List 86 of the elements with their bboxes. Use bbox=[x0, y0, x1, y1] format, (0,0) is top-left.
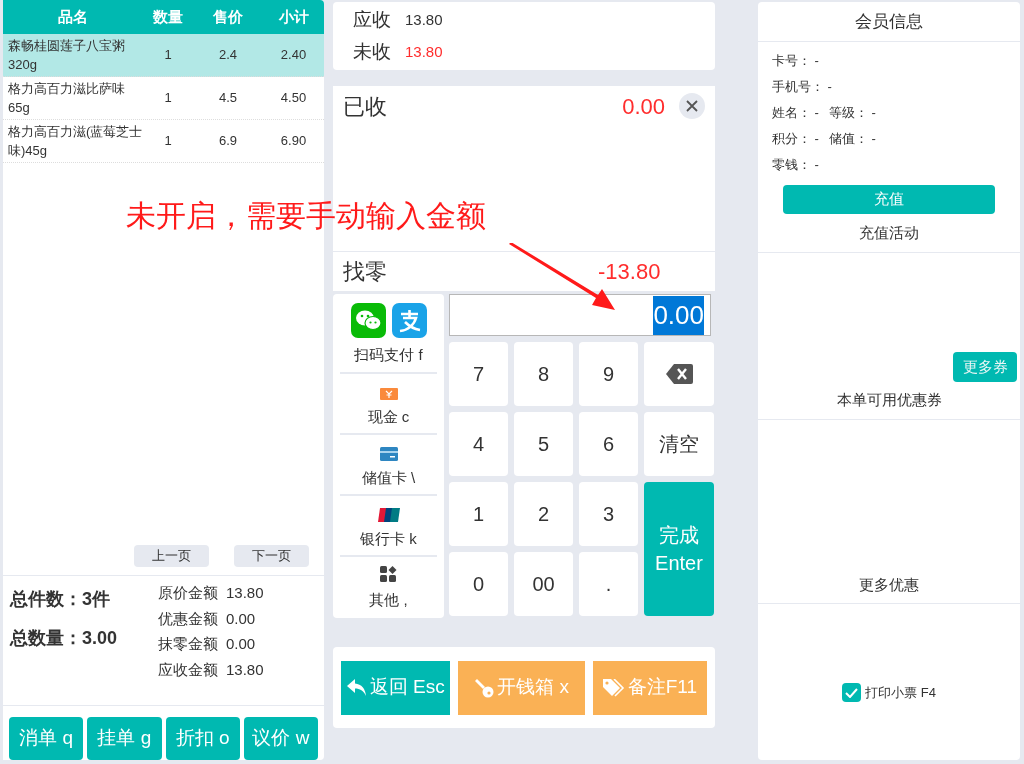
key-button[interactable]: 8 bbox=[514, 342, 573, 406]
key-icon bbox=[474, 677, 495, 698]
card-icon bbox=[379, 446, 398, 461]
payment-method[interactable]: 扫码支付 f bbox=[340, 294, 437, 372]
member-field: 零钱： - bbox=[772, 155, 819, 173]
amount-value: 0.00 bbox=[226, 608, 256, 629]
key-button[interactable]: 5 bbox=[514, 412, 573, 476]
checkmark-icon bbox=[845, 687, 859, 698]
close-button[interactable] bbox=[679, 93, 705, 119]
checkbox[interactable] bbox=[842, 683, 862, 703]
table-cell-text: 1 bbox=[163, 46, 173, 65]
table-cell-text: 2.4 bbox=[217, 46, 239, 65]
received-label: 已收 bbox=[343, 92, 388, 121]
grid-icon bbox=[380, 565, 397, 583]
payment-method[interactable]: 现金 c bbox=[340, 372, 437, 433]
key-button[interactable]: 0 bbox=[449, 552, 508, 616]
key-button[interactable]: 7 bbox=[449, 342, 508, 406]
total-label: 总数量： bbox=[10, 627, 82, 650]
change-value: -13.80 bbox=[598, 258, 661, 286]
key-button[interactable]: 00 bbox=[514, 552, 573, 616]
section-title: 更多优惠 bbox=[758, 568, 1020, 604]
amount-label: 抹零金额 bbox=[158, 634, 218, 654]
key-button[interactable]: . bbox=[579, 552, 638, 616]
column-header: 小计 bbox=[277, 6, 310, 27]
amount-value: 0.00 bbox=[226, 634, 256, 654]
panel-title: 会员信息 bbox=[758, 2, 1020, 42]
amount-value: 13.80 bbox=[226, 659, 264, 680]
tag-icon bbox=[602, 678, 625, 697]
due-value: 13.80 bbox=[405, 9, 443, 30]
reply-arrow-icon bbox=[346, 678, 367, 697]
annotation-text: 未开启，需要手动输入金额 bbox=[126, 198, 486, 234]
member-field: 等级： - bbox=[828, 103, 876, 121]
table-cell-text: 6.9 bbox=[217, 132, 239, 151]
table-cell-text: 1 bbox=[163, 89, 173, 108]
key-button[interactable]: 2 bbox=[514, 482, 573, 546]
table-cell-text: 格力高百力滋(蓝莓芝士味)45g bbox=[7, 123, 143, 160]
key-button[interactable]: 9 bbox=[579, 342, 638, 406]
column-header: 售价 bbox=[212, 6, 244, 27]
backspace-icon bbox=[665, 364, 693, 384]
clear-button[interactable]: 清空 bbox=[644, 412, 714, 476]
checkbox-label: 打印小票 F4 bbox=[865, 684, 936, 702]
key-button[interactable]: 3 bbox=[579, 482, 638, 546]
chat-bubbles-icon bbox=[350, 302, 386, 338]
payment-method[interactable]: 储值卡 \ bbox=[340, 433, 437, 494]
table-row[interactable]: 森畅桂圆莲子八宝粥320g 1 2.4 2.40 bbox=[3, 34, 324, 77]
received-value: 0.00 bbox=[622, 92, 665, 121]
close-icon bbox=[685, 99, 699, 113]
payment-method[interactable]: 银行卡 k bbox=[340, 494, 437, 555]
due-label: 未收 bbox=[353, 40, 391, 64]
amount-label: 应收金额 bbox=[158, 659, 218, 680]
page-button[interactable]: 下一页 bbox=[234, 545, 309, 567]
total-value: 3.00 bbox=[82, 627, 118, 650]
table-cell-text: 6.90 bbox=[279, 132, 308, 151]
table-cell-text: 1 bbox=[163, 132, 173, 151]
table-cell-text: 2.40 bbox=[279, 46, 308, 65]
pay-logo-icon bbox=[391, 302, 427, 338]
key-button[interactable]: 4 bbox=[449, 412, 508, 476]
table-cell-text: 格力高百力滋比萨味65g bbox=[7, 80, 126, 117]
amount-input[interactable]: 0.00 bbox=[449, 294, 711, 336]
cash-icon bbox=[379, 387, 398, 400]
amount-value: 13.80 bbox=[226, 583, 264, 603]
table-cell-text: 森畅桂圆莲子八宝粥320g bbox=[7, 37, 126, 74]
table-cell-text: 4.5 bbox=[217, 89, 239, 108]
member-field: 姓名： - bbox=[772, 103, 819, 121]
change-label: 找零 bbox=[343, 258, 388, 286]
member-field: 积分： - bbox=[772, 129, 819, 147]
payment-method[interactable]: 其他 , bbox=[340, 555, 437, 616]
key-button[interactable]: 6 bbox=[579, 412, 638, 476]
column-header: 数量 bbox=[152, 6, 184, 27]
total-value: 3件 bbox=[82, 588, 110, 611]
bank-card-icon bbox=[377, 507, 400, 522]
member-field: 卡号： - bbox=[772, 51, 819, 69]
section-title: 本单可用优惠券 bbox=[758, 382, 1020, 420]
member-field: 手机号： - bbox=[772, 77, 832, 95]
backspace-button[interactable] bbox=[644, 342, 714, 406]
table-cell-text: 4.50 bbox=[279, 89, 308, 108]
section-title: 充值活动 bbox=[758, 214, 1020, 253]
due-value: 13.80 bbox=[405, 42, 443, 62]
column-header: 品名 bbox=[57, 6, 89, 27]
amount-label: 优惠金额 bbox=[158, 608, 218, 629]
total-label: 总件数： bbox=[10, 588, 82, 611]
amount-label: 原价金额 bbox=[158, 583, 218, 603]
key-button[interactable]: 1 bbox=[449, 482, 508, 546]
member-field: 储值： - bbox=[828, 129, 876, 147]
page-button[interactable]: 上一页 bbox=[134, 545, 209, 567]
due-label: 应收 bbox=[353, 7, 391, 32]
